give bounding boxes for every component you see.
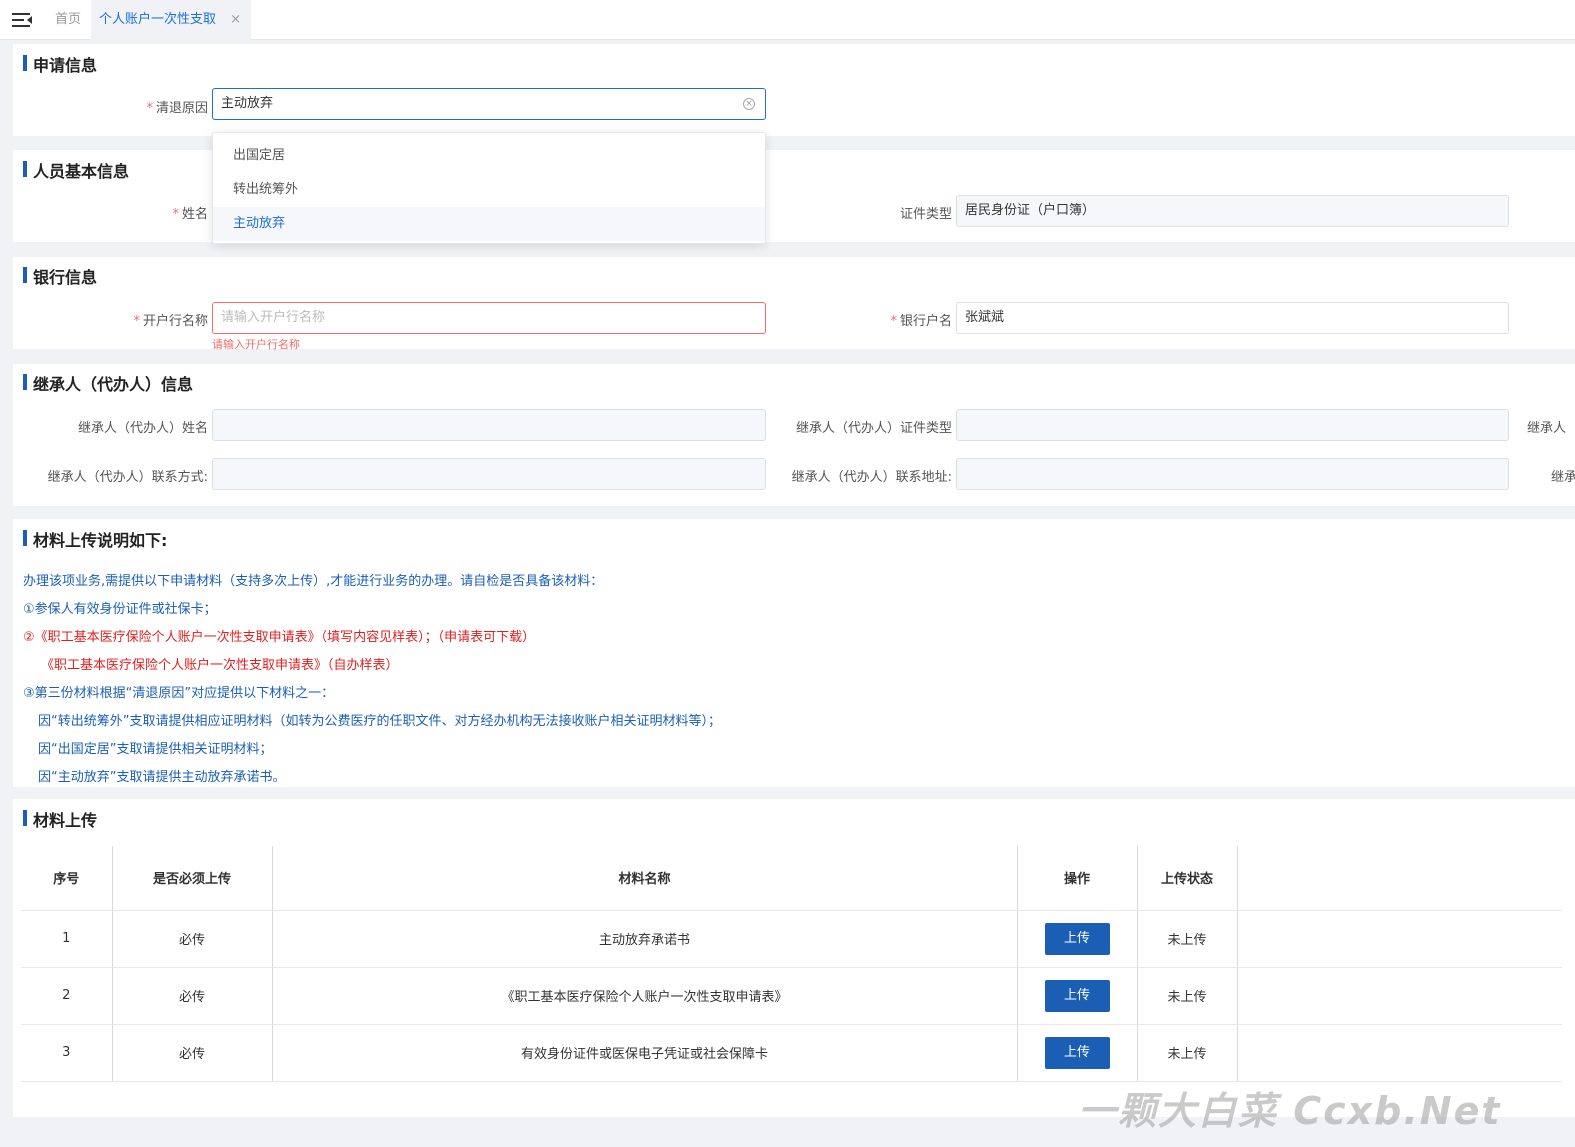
clear-icon[interactable]: ×: [743, 98, 755, 110]
instruction-line: 办理该项业务,需提供以下申请材料（支持多次上传）,才能进行业务的办理。请自检是否…: [23, 574, 604, 589]
instruction-line: ③第三份材料根据“清退原因”对应提供以下材料之一：: [23, 686, 335, 701]
tab-label: 个人账户一次性支取: [99, 12, 217, 27]
section-title-bank: 银行信息: [23, 264, 97, 288]
id-type-label: 证件类型: [899, 207, 952, 222]
account-name-input[interactable]: 张斌斌: [956, 302, 1509, 334]
col-header-blank: [1237, 846, 1562, 911]
id-type-field[interactable]: 居民身份证（户口簿）: [956, 195, 1509, 227]
col-header-action: 操作: [1017, 846, 1138, 911]
bank-name-label: * 开户行名称: [133, 314, 208, 329]
upload-table: 序号 是否必须上传 材料名称 操作 上传状态 1 必传 主动放弃承诺书 上传 未…: [21, 846, 1562, 1082]
menu-toggle-icon[interactable]: [12, 12, 32, 28]
row-material-name: 有效身份证件或医保电子凭证或社会保障卡: [272, 1024, 1018, 1082]
heir-extra-label: 继承: [1551, 470, 1575, 485]
col-header-required: 是否必须上传: [112, 846, 273, 911]
heir-name-input[interactable]: [212, 409, 766, 441]
heir-id-type-input[interactable]: [956, 409, 1509, 441]
table-row: 3 必传 有效身份证件或医保电子凭证或社会保障卡 上传 未上传: [21, 1024, 1562, 1082]
section-title-person: 人员基本信息: [23, 158, 129, 182]
heir-id-type-label: 继承人（代办人）证件类型: [795, 421, 952, 436]
bank-name-input[interactable]: 请输入开户行名称: [212, 302, 766, 334]
row-required: 必传: [112, 967, 273, 1025]
row-required: 必传: [112, 910, 273, 968]
bank-info-panel: 银行信息 * 开户行名称 请输入开户行名称 请输入开户行名称 * 银行户名 张斌斌: [13, 257, 1575, 351]
upload-button[interactable]: 上传: [1044, 922, 1110, 955]
reason-value: 主动放弃: [221, 96, 274, 111]
instruction-line-sample[interactable]: 《职工基本医疗保险个人账户一次性支取申请表》（自办样表）: [41, 654, 399, 673]
dropdown-option-selected[interactable]: 主动放弃: [213, 207, 765, 241]
col-header-no: 序号: [21, 846, 113, 911]
account-name-label: * 银行户名: [890, 314, 952, 329]
row-action: 上传: [1017, 967, 1138, 1025]
instruction-line: 因“主动放弃”支取请提供主动放弃承诺书。: [38, 770, 286, 785]
instruction-line-download[interactable]: ②《职工基本医疗保险个人账户一次性支取申请表》（填写内容见样表）；（申请表可下载…: [23, 626, 535, 645]
tab-bar: 首页 个人账户一次性支取 ×: [0, 0, 1575, 40]
row-no: 2: [21, 967, 113, 1025]
heir-address-input[interactable]: [956, 458, 1509, 490]
upload-button[interactable]: 上传: [1044, 1036, 1110, 1069]
heir-contact-input[interactable]: [212, 458, 766, 490]
row-status: 未上传: [1137, 910, 1238, 968]
row-status: 未上传: [1137, 967, 1238, 1025]
row-blank: [1237, 910, 1562, 968]
row-material-name: 《职工基本医疗保险个人账户一次性支取申请表》: [272, 967, 1018, 1025]
close-icon[interactable]: ×: [230, 0, 241, 40]
reason-dropdown: 出国定居 转出统筹外 主动放弃: [212, 132, 766, 244]
table-header-row: 序号 是否必须上传 材料名称 操作 上传状态: [21, 846, 1562, 911]
name-label: * 姓名: [172, 207, 208, 222]
row-blank: [1237, 1024, 1562, 1082]
dropdown-option[interactable]: 出国定居: [213, 139, 765, 173]
row-material-name: 主动放弃承诺书: [272, 910, 1018, 968]
instruction-line: ①参保人有效身份证件或社保卡；: [23, 602, 217, 617]
heir-name-label: 继承人（代办人）姓名: [77, 421, 208, 436]
row-no: 3: [21, 1024, 113, 1082]
watermark: 一颗大白菜 Ccxb.Net: [1078, 1089, 1502, 1133]
heir-contact-label: 继承人（代办人）联系方式:: [47, 470, 208, 485]
tab-account-withdrawal[interactable]: 个人账户一次性支取 ×: [91, 0, 251, 40]
heir-info-panel: 继承人（代办人）信息 继承人（代办人）姓名 继承人（代办人）证件类型 继承人 继…: [13, 364, 1575, 506]
row-required: 必传: [112, 1024, 273, 1082]
row-action: 上传: [1017, 910, 1138, 968]
col-header-material: 材料名称: [272, 846, 1018, 911]
instruction-line: 因“转出统筹外”支取请提供相应证明材料（如转为公费医疗的任职文件、对方经办机构无…: [38, 714, 721, 729]
section-title-instructions: 材料上传说明如下:: [23, 527, 167, 551]
row-blank: [1237, 967, 1562, 1025]
instructions-panel: 材料上传说明如下: 办理该项业务,需提供以下申请材料（支持多次上传）,才能进行业…: [13, 519, 1575, 787]
section-title-apply: 申请信息: [23, 52, 97, 76]
bank-name-placeholder: 请输入开户行名称: [221, 310, 326, 325]
instruction-line: 因“出国定居”支取请提供相关证明材料；: [38, 742, 273, 757]
bank-name-error: 请输入开户行名称: [212, 338, 300, 351]
table-row: 1 必传 主动放弃承诺书 上传 未上传: [21, 910, 1562, 968]
apply-info-panel: 申请信息 * 清退原因 主动放弃 ×: [13, 44, 1575, 136]
upload-button[interactable]: 上传: [1044, 979, 1110, 1012]
reason-label: * 清退原因: [146, 101, 208, 116]
tab-home[interactable]: 首页: [45, 0, 91, 40]
col-header-status: 上传状态: [1137, 846, 1238, 911]
section-title-upload: 材料上传: [23, 807, 97, 831]
row-no: 1: [21, 910, 113, 968]
dropdown-option[interactable]: 转出统筹外: [213, 173, 765, 207]
row-status: 未上传: [1137, 1024, 1238, 1082]
row-action: 上传: [1017, 1024, 1138, 1082]
reason-select[interactable]: 主动放弃 ×: [212, 88, 766, 120]
section-title-heir: 继承人（代办人）信息: [23, 371, 193, 395]
heir-address-label: 继承人（代办人）联系地址:: [791, 470, 952, 485]
heir-id-no-label: 继承人: [1527, 421, 1567, 436]
table-row: 2 必传 《职工基本医疗保险个人账户一次性支取申请表》 上传 未上传: [21, 967, 1562, 1025]
